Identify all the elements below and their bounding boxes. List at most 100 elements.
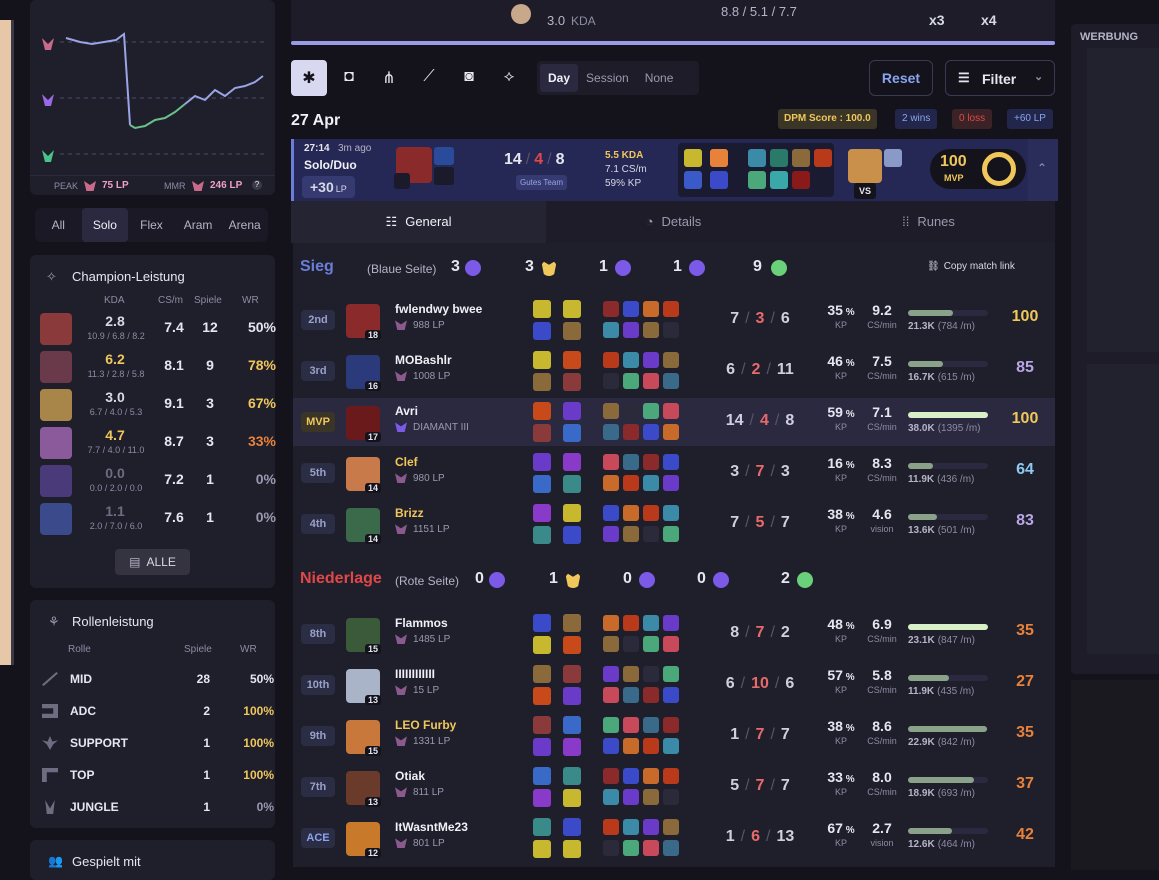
rune-icon — [563, 402, 581, 420]
queue-tab-arena[interactable]: Arena — [221, 208, 268, 242]
item-icon — [684, 171, 702, 189]
champion-games: 12 — [202, 319, 218, 335]
summoner-spell-icon — [533, 716, 551, 734]
top-role-filter-button[interactable]: ◘ — [331, 60, 367, 96]
mid-role-filter-button[interactable]: ⟋ — [411, 60, 447, 96]
item-icon — [663, 301, 679, 317]
rune-icon — [563, 424, 581, 442]
summoner-spell-icon — [533, 351, 551, 369]
player-row[interactable]: 9th 15 LEO Furby 1331 LP 1/7/7 38 % KP 8.6 CS/mi… — [293, 712, 1055, 760]
tab-general[interactable]: ☷ General — [291, 201, 546, 243]
dragon-count: 1 — [549, 570, 558, 587]
adc-role-filter-button[interactable]: ◙ — [451, 60, 487, 96]
queue-tab-flex[interactable]: Flex — [128, 208, 175, 242]
player-name[interactable]: MOBashlr — [395, 353, 452, 367]
cs-per-min: 7.1 CS/min — [867, 404, 897, 432]
rune-icon — [563, 453, 581, 471]
player-row[interactable]: 7th 13 Otiak 811 LP 5/7/7 33 % KP 8.0 CS/min 18.9… — [293, 763, 1055, 811]
player-name[interactable]: fwlendwy bwee — [395, 302, 482, 316]
champion-row[interactable]: 6.2 11.3 / 2.8 / 5.8 8.1 9 78% — [40, 349, 276, 385]
item-icon — [770, 149, 788, 167]
tab-runes[interactable]: ⁞⁞ Runes — [801, 201, 1056, 243]
role-name: ADC — [70, 704, 96, 718]
rune-icon — [563, 767, 581, 785]
player-name[interactable]: ItWasntMe23 — [395, 820, 468, 834]
summoner-spell-icon — [533, 665, 551, 683]
player-row[interactable]: 4th 14 Brizz 1151 LP 7/5/7 38 % KP 4.6 vision 13.… — [293, 500, 1055, 548]
player-name[interactable]: Otiak — [395, 769, 425, 783]
player-name[interactable]: Avri — [395, 404, 418, 418]
damage-bar-fill — [908, 412, 988, 418]
help-icon[interactable]: ? — [252, 180, 262, 190]
collapse-button[interactable]: ⌃ — [1028, 139, 1058, 201]
player-row[interactable]: MVP 17 Avri DIAMANT III 14/4/8 59 % KP 7.1 CS/mi… — [293, 398, 1055, 446]
champion-row[interactable]: 0.0 0.0 / 2.0 / 0.0 7.2 1 0% — [40, 463, 276, 499]
champion-row[interactable]: 2.8 10.9 / 6.8 / 8.2 7.4 12 50% — [40, 311, 276, 347]
item-icon — [623, 505, 639, 521]
damage-bar — [908, 463, 988, 469]
role-row-jungle[interactable]: JUNGLE 1 0% — [40, 796, 274, 818]
baron-icon — [689, 260, 705, 276]
player-row[interactable]: 2nd 18 fwlendwy bwee 988 LP 7/3/6 35 % KP 9.2 CS… — [293, 296, 1055, 344]
player-row[interactable]: 8th 15 Flammos 1485 LP 8/7/2 48 % KP 6.9 CS/min 2… — [293, 610, 1055, 658]
player-row[interactable]: 3rd 16 MOBashlr 1008 LP 6/2/11 46 % KP 7.5 CS/mi… — [293, 347, 1055, 395]
tab-details[interactable]: ◔ Details — [546, 201, 801, 243]
champion-portrait — [40, 465, 72, 497]
item-icon — [603, 526, 619, 542]
all-roles-filter-button[interactable]: ✱ — [291, 60, 327, 96]
match-duration: 27:14 — [304, 143, 330, 154]
damage-bar — [908, 777, 988, 783]
item-icon — [603, 819, 619, 835]
jungle-role-filter-button[interactable]: ⋔ — [371, 60, 407, 96]
support-role-filter-button[interactable]: ⟡ — [491, 60, 527, 96]
player-row[interactable]: ACE 12 ItWasntMe23 801 LP 1/6/13 67 % KP 2.7 vis… — [293, 814, 1055, 862]
champion-kda: 2.8 — [105, 313, 125, 329]
placement-badge: 4th — [301, 514, 335, 534]
player-name[interactable]: Flammos — [395, 616, 448, 630]
champion-row[interactable]: 4.7 7.7 / 4.0 / 11.0 8.7 3 33% — [40, 425, 276, 461]
placement-badge: MVP — [301, 412, 335, 432]
ad-label: WERBUNG — [1080, 31, 1139, 43]
copy-match-link[interactable]: ⛓ Copy match link — [927, 261, 1015, 272]
champion-row[interactable]: 3.0 6.7 / 4.0 / 5.3 9.1 3 67% — [40, 387, 276, 423]
player-rank: DIAMANT III — [395, 422, 469, 433]
all-button[interactable]: ▤ ALLE — [115, 549, 190, 575]
damage-bar — [908, 828, 988, 834]
support-role-icon — [42, 736, 58, 750]
match-card[interactable]: 27:14 3m ago Solo/Duo +30 LP 14/4/8 Gutes… — [291, 139, 1058, 201]
player-name[interactable]: Clef — [395, 455, 418, 469]
role-row-mid[interactable]: MID 28 50% — [40, 668, 274, 690]
player-name[interactable]: IIIIIIIIIIII — [395, 667, 435, 681]
queue-tab-solo[interactable]: Solo — [81, 208, 129, 242]
item-icon — [663, 352, 679, 368]
champion-kd: 10.9 / 6.8 / 8.2 — [87, 331, 145, 341]
player-row[interactable]: 5th 14 Clef 980 LP 3/7/3 16 % KP 8.3 CS/min 11.9K… — [293, 449, 1055, 497]
period-none[interactable]: None — [637, 64, 682, 92]
tower-count: 0 — [475, 570, 484, 587]
champion-level: 14 — [365, 534, 382, 544]
player-kda: 3/7/3 — [730, 463, 790, 480]
champion-level: 12 — [365, 848, 382, 858]
champion-wr: 50% — [247, 319, 276, 335]
champion-games: 9 — [206, 357, 214, 373]
queue-tab-aram[interactable]: Aram — [175, 208, 222, 242]
prev-kda-label: KDA — [571, 14, 596, 28]
role-wr: 100% — [243, 768, 274, 782]
filter-dropdown[interactable]: ☰ Filter ⌄ — [945, 60, 1055, 96]
item-icon — [603, 717, 619, 733]
champion-row[interactable]: 1.1 2.0 / 7.0 / 6.0 7.6 1 0% — [40, 501, 276, 537]
role-row-top[interactable]: TOP 1 100% — [40, 764, 274, 786]
role-row-adc[interactable]: ADC 2 100% — [40, 700, 274, 722]
prev-kda: 3.0 — [547, 13, 566, 28]
role-row-support[interactable]: SUPPORT 1 100% — [40, 732, 274, 754]
reset-button[interactable]: Reset — [869, 60, 933, 96]
player-row[interactable]: 10th 13 IIIIIIIIIIII 15 LP 6/10/6 57 % KP 5.8 CS… — [293, 661, 1055, 709]
player-name[interactable]: Brizz — [395, 506, 424, 520]
period-session[interactable]: Session — [578, 64, 637, 92]
role-name: TOP — [70, 768, 95, 782]
player-name[interactable]: LEO Furby — [395, 718, 456, 732]
champion-level: 15 — [365, 746, 382, 756]
summoner-spell-icon — [533, 322, 551, 340]
queue-tab-all[interactable]: All — [35, 208, 82, 242]
period-day[interactable]: Day — [540, 64, 579, 92]
